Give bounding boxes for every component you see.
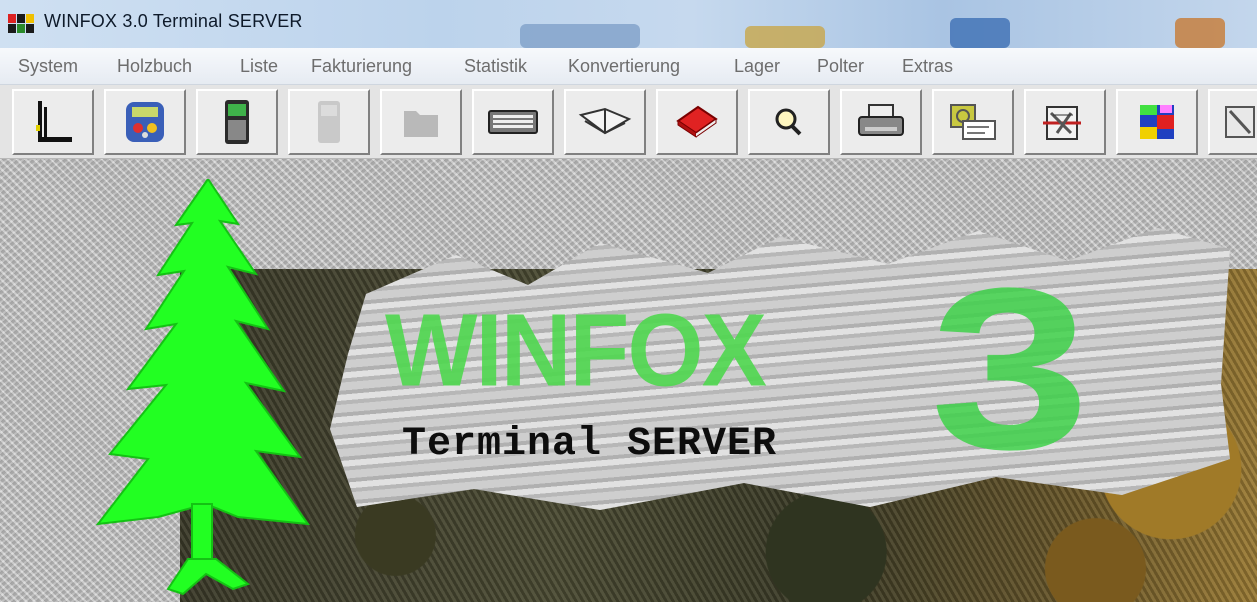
toolbar-button-terminal[interactable]	[196, 89, 278, 155]
keyboard-icon	[488, 110, 538, 134]
close-icon	[1225, 106, 1255, 138]
toolbar-button-tools[interactable]	[1024, 89, 1106, 155]
toolbar-button-close[interactable]	[1208, 89, 1257, 155]
toolbar-button-search[interactable]	[748, 89, 830, 155]
app-icon	[8, 14, 36, 34]
menu-bar: System Holzbuch Liste Fakturierung Stati…	[0, 48, 1257, 85]
menu-fakturierung[interactable]: Fakturierung	[311, 56, 412, 77]
open-book-icon	[578, 107, 632, 135]
address-card-icon	[950, 104, 996, 140]
search-icon	[775, 108, 802, 136]
toolbar-button-red-book[interactable]	[656, 89, 738, 155]
menu-system[interactable]: System	[18, 56, 78, 77]
toolbar	[0, 85, 1257, 159]
splash-screen: WINFOX 3 Terminal SERVER	[0, 159, 1257, 602]
toolbar-button-keyboard[interactable]	[472, 89, 554, 155]
tree-icon	[95, 179, 311, 596]
logo-winfox: WINFOX	[385, 292, 767, 408]
window-title: WINFOX 3.0 Terminal SERVER	[44, 11, 303, 31]
menu-holzbuch[interactable]: Holzbuch	[117, 56, 192, 77]
menu-statistik[interactable]: Statistik	[464, 56, 527, 77]
antenna-icon	[36, 101, 72, 142]
colorful-app-icon	[1140, 105, 1174, 139]
terminal-device-icon	[225, 100, 249, 144]
toolbar-button-terminal-disabled[interactable]	[288, 89, 370, 155]
menu-extras[interactable]: Extras	[902, 56, 953, 77]
logo-number: 3	[930, 240, 1090, 497]
title-bar[interactable]: WINFOX 3.0 Terminal SERVER	[0, 0, 1257, 48]
menu-konvertierung[interactable]: Konvertierung	[568, 56, 680, 77]
toolbar-button-antenna[interactable]	[12, 89, 94, 155]
toolbar-button-colorful-app[interactable]	[1116, 89, 1198, 155]
toolbar-button-address-card[interactable]	[932, 89, 1014, 155]
logo-subtitle: Terminal SERVER	[402, 422, 778, 467]
menu-liste[interactable]: Liste	[240, 56, 278, 77]
handheld-device-icon	[126, 102, 164, 142]
terminal-device-disabled-icon	[318, 101, 340, 143]
red-book-icon	[676, 105, 718, 138]
toolbar-button-open-book[interactable]	[564, 89, 646, 155]
tools-icon	[1043, 106, 1081, 140]
toolbar-button-folder-disabled[interactable]	[380, 89, 462, 155]
menu-polter[interactable]: Polter	[817, 56, 864, 77]
printer-icon	[858, 104, 904, 136]
toolbar-button-handheld[interactable]	[104, 89, 186, 155]
menu-lager[interactable]: Lager	[734, 56, 780, 77]
toolbar-button-printer[interactable]	[840, 89, 922, 155]
folder-disabled-icon	[404, 111, 438, 137]
